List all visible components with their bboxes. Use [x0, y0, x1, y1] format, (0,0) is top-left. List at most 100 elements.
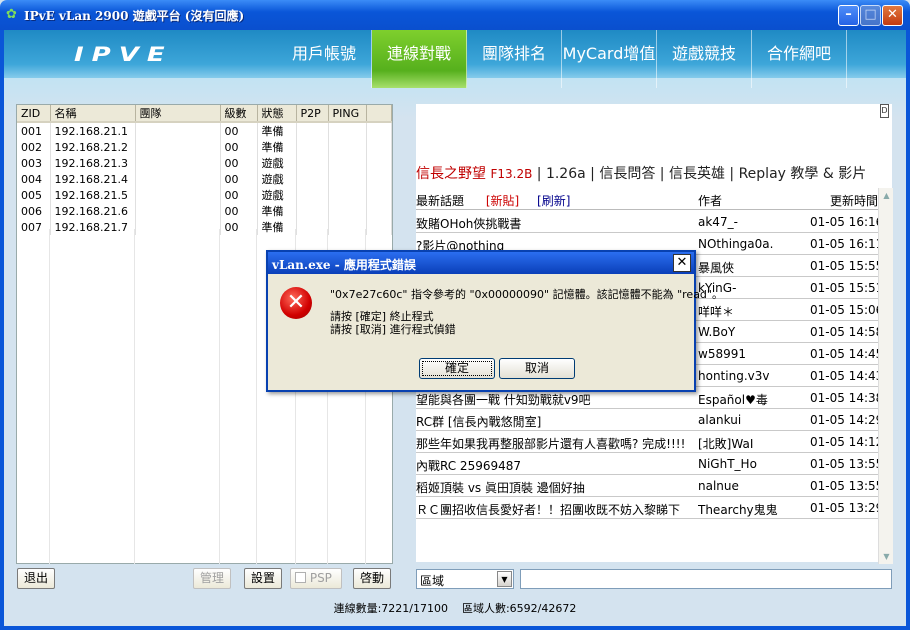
col-p2p[interactable]: P2P: [296, 105, 329, 123]
app-icon: ✿: [6, 7, 17, 22]
banner-qa-link[interactable]: 信長問答: [599, 166, 655, 182]
forum-row[interactable]: 那些年如果我再整服部影片還有人喜歡嗎? 完成!!!! [北敗]WaI 01-05 1…: [416, 431, 878, 453]
nav-mycard-topup[interactable]: MyCard增值: [562, 30, 657, 88]
game-banner: 信長之野望 F13.2B | 1.26a | 信長問答 | 信長英雄 | Rep…: [416, 163, 866, 183]
forum-time: 01-05 13:55: [810, 479, 878, 493]
col-status[interactable]: 狀態: [257, 105, 297, 123]
scroll-down-icon[interactable]: ▼: [879, 549, 894, 564]
zone-cell: 006: [17, 203, 51, 219]
forum-time: 01-05 14:43: [810, 369, 878, 383]
zone-cell: 00: [220, 171, 258, 187]
scroll-up-icon[interactable]: ▲: [879, 188, 894, 203]
forum-topic-link[interactable]: 致賭OHoh俠挑戰書: [416, 215, 691, 232]
title-bar[interactable]: ✿ IPvE vLan 2900 遊戲平台 (沒有回應) – □ ✕: [0, 0, 910, 30]
banner-version-a[interactable]: F13.2B: [490, 167, 532, 181]
exit-button[interactable]: 退出: [17, 568, 55, 589]
zone-cell: 準備: [257, 203, 297, 219]
dialog-close-button[interactable]: ✕: [673, 254, 691, 272]
dialog-cancel-button[interactable]: 取消: [499, 358, 575, 379]
zone-row[interactable]: 004 192.168.21.4 00 遊戲: [17, 171, 392, 187]
psp-checkbox[interactable]: PSP: [290, 568, 342, 589]
zone-cell: [328, 187, 367, 203]
forum-time: 01-05 16:11: [810, 237, 878, 251]
window-frame-right: [906, 30, 910, 630]
forum-scrollbar[interactable]: ▲ ▼: [878, 188, 893, 564]
zone-cell: [296, 187, 329, 203]
banner-version-b[interactable]: 1.26a: [546, 166, 586, 182]
forum-topic-link[interactable]: 稻姬頂裝 vs 眞田頂裝 邊個好抽: [416, 479, 691, 496]
banner-replay-link[interactable]: Replay 教學 & 影片: [739, 166, 867, 182]
dialog-message-line3: 請按 [取消] 進行程式偵錯: [330, 323, 456, 336]
banner-heroes-link[interactable]: 信長英雄: [669, 166, 725, 182]
forum-row[interactable]: 致賭OHoh俠挑戰書 ak47_- 01-05 16:16: [416, 211, 878, 233]
manage-button[interactable]: 管理: [193, 568, 231, 589]
zone-cell: 遊戲: [257, 155, 297, 171]
nav-team-ranking[interactable]: 團隊排名: [467, 30, 562, 88]
forum-row[interactable]: 內戰RC 25969487 NiGhT_Ho 01-05 13:55: [416, 453, 878, 475]
zone-row[interactable]: 006 192.168.21.6 00 準備: [17, 203, 392, 219]
refresh-link[interactable]: [刷新]: [537, 194, 570, 208]
banner-game-link[interactable]: 信長之野望: [416, 166, 486, 182]
forum-author: NOthinga0a.: [698, 237, 774, 251]
forum-row[interactable]: 稻姬頂裝 vs 眞田頂裝 邊個好抽 nalnue 01-05 13:55: [416, 475, 878, 497]
zone-cell: [328, 203, 367, 219]
chevron-down-icon[interactable]: ▼: [497, 571, 512, 587]
forum-head-topic-label: 最新話題: [416, 194, 465, 208]
forum-topic-link[interactable]: 那些年如果我再整服部影片還有人喜歡嗎? 完成!!!!: [416, 435, 691, 452]
zone-cell: [296, 203, 329, 219]
dialog-ok-button[interactable]: 確定: [419, 358, 495, 379]
zone-cell: [296, 171, 329, 187]
forum-topic-link[interactable]: 望能與各團一戰 什知勁戰就v9吧: [416, 391, 691, 408]
ipve-logo: IPVE: [74, 43, 173, 67]
zone-cell: 192.168.21.3: [50, 155, 136, 171]
nav-partner-cafes[interactable]: 合作網吧: [752, 30, 847, 88]
psp-checkbox-box: [295, 572, 306, 583]
nav-online-battle[interactable]: 連線對戰: [372, 30, 467, 88]
zone-row[interactable]: 003 192.168.21.3 00 遊戲: [17, 155, 392, 171]
region-select[interactable]: 區域 ▼: [416, 569, 514, 589]
zone-cell: 00: [220, 155, 258, 171]
nav-game-competition[interactable]: 遊戲競技: [657, 30, 752, 88]
dialog-message-line1: "0x7e27c60c" 指令參考的 "0x00000090" 記憶體。該記憶體…: [330, 288, 723, 301]
dialog-message-gap: [330, 301, 723, 310]
chat-input[interactable]: [520, 569, 892, 589]
col-team[interactable]: 團隊: [135, 105, 221, 123]
zone-cell-empty: [366, 187, 392, 203]
zone-row[interactable]: 007 192.168.21.7 00 準備: [17, 219, 392, 235]
start-button[interactable]: 啓動: [353, 568, 391, 589]
zone-cell: [296, 155, 329, 171]
zone-cell: 00: [220, 187, 258, 203]
new-post-link[interactable]: [新貼]: [486, 194, 519, 208]
zone-cell: 002: [17, 139, 51, 155]
zone-cell-empty: [366, 122, 392, 139]
nav-account[interactable]: 用戶帳號: [277, 30, 372, 88]
zone-cell: 004: [17, 171, 51, 187]
col-zid[interactable]: ZID: [17, 105, 51, 123]
zone-row[interactable]: 001 192.168.21.1 00 準備: [17, 122, 392, 139]
zone-row[interactable]: 002 192.168.21.2 00 準備: [17, 139, 392, 155]
zone-cell: 00: [220, 219, 258, 235]
forum-head-author: 作者: [698, 194, 723, 208]
forum-row[interactable]: ＲＣ團招收信長愛好者！！招團收既不妨入黎睇下 Thearchy鬼鬼 01-05 13…: [416, 497, 878, 519]
col-level[interactable]: 級數: [220, 105, 258, 123]
forum-topic-link[interactable]: ＲＣ團招收信長愛好者！！招團收既不妨入黎睇下: [416, 501, 691, 518]
maximize-button[interactable]: □: [860, 5, 881, 26]
zone-cell: 192.168.21.5: [50, 187, 136, 203]
forum-author: Thearchy鬼鬼: [698, 503, 778, 517]
zone-cell: [328, 139, 367, 155]
forum-topic-link[interactable]: 內戰RC 25969487: [416, 457, 691, 474]
zone-cell: [135, 187, 221, 203]
settings-button[interactable]: 設置: [244, 568, 282, 589]
forum-row[interactable]: RC群 [信長內戰悠閒室] alankui 01-05 14:29: [416, 409, 878, 431]
zone-cell: 007: [17, 219, 51, 235]
forum-author: alankui: [698, 413, 742, 427]
forum-topic-link[interactable]: RC群 [信長內戰悠閒室]: [416, 413, 691, 430]
zone-cell: 192.168.21.7: [50, 219, 136, 235]
col-ping[interactable]: PING: [328, 105, 367, 123]
minimize-button[interactable]: –: [838, 5, 859, 26]
zone-table: ZID 名稱 團隊 級數 狀態 P2P PING 001 192.168.21.1…: [17, 105, 392, 235]
close-button[interactable]: ✕: [882, 5, 903, 26]
forum-author: NiGhT_Ho: [698, 457, 757, 471]
zone-row[interactable]: 005 192.168.21.5 00 遊戲: [17, 187, 392, 203]
col-name[interactable]: 名稱: [50, 105, 136, 123]
